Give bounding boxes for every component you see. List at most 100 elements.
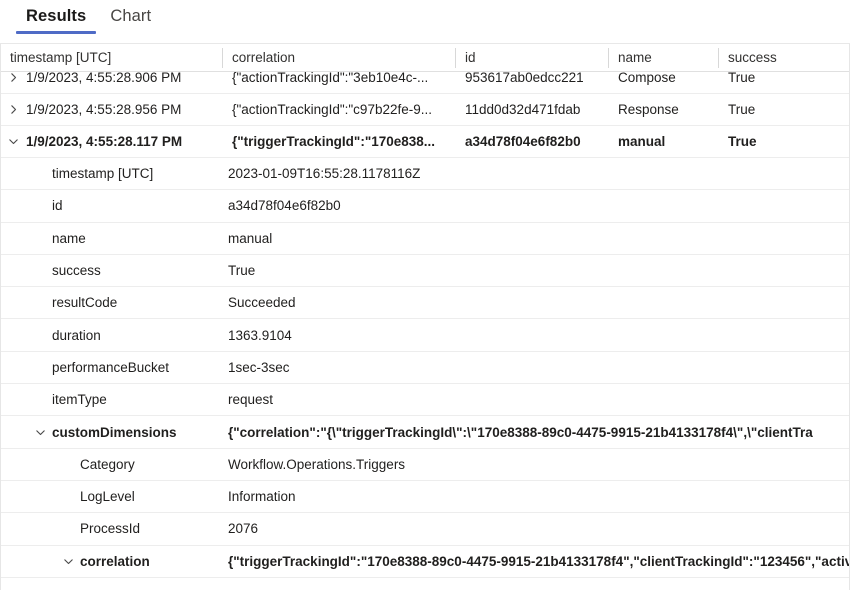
detail-key: Category [0, 457, 228, 472]
detail-row[interactable]: correlation {"triggerTrackingId":"170e838… [0, 546, 850, 578]
cell-text: Compose [618, 72, 676, 85]
detail-value-text: Succeeded [228, 295, 296, 310]
results-tabstrip: Results Chart [0, 0, 850, 44]
value-segment: ,"activit [811, 554, 850, 569]
detail-key-label: customDimensions [52, 425, 177, 440]
detail-row: itemTyperequest [0, 384, 850, 416]
cell-name: Compose [608, 72, 718, 93]
detail-value: request [228, 392, 850, 407]
cell-text: True [728, 102, 755, 117]
cell-name: manual [608, 126, 718, 157]
column-header-label: timestamp [UTC] [10, 50, 111, 65]
detail-row: ProcessId 2076 [0, 513, 850, 545]
table-row[interactable]: 1/9/2023, 4:55:28.906 PM {"actionTracking… [0, 72, 850, 94]
detail-key-label: LogLevel [80, 489, 135, 504]
detail-value: True [228, 263, 850, 278]
row-detail-panel: timestamp [UTC]2023-01-09T16:55:28.11781… [0, 158, 850, 578]
results-grid: timestamp [UTC]correlationidnamesuccess … [0, 44, 850, 590]
detail-key: resultCode [0, 295, 228, 310]
detail-key: id [0, 198, 228, 213]
cell-timestamp: 1/9/2023, 4:55:28.906 PM [0, 72, 222, 93]
detail-key-label: id [52, 198, 63, 213]
detail-key-label: success [52, 263, 101, 278]
detail-key: performanceBucket [0, 360, 228, 375]
detail-row: timestamp [UTC]2023-01-09T16:55:28.11781… [0, 158, 850, 190]
column-header-success[interactable]: success [718, 44, 850, 72]
detail-key-label: name [52, 231, 86, 246]
cell-success: True [718, 72, 850, 93]
column-header-timestamp-utc[interactable]: timestamp [UTC] [0, 44, 222, 72]
cell-text: True [728, 72, 755, 85]
chevron-down-icon[interactable] [56, 556, 80, 567]
grid-header-row: timestamp [UTC] correlationidname success [0, 44, 850, 72]
detail-row: id a34d78f04e6f82b0 [0, 190, 850, 222]
detail-value: 2076 [228, 521, 850, 536]
table-row[interactable]: 1/9/2023, 4:55:28.956 PM {"actionTracking… [0, 94, 850, 126]
detail-row: resultCode Succeeded [0, 287, 850, 319]
detail-key-label: resultCode [52, 295, 117, 310]
cell-text: 11dd0d32d471fdab [465, 102, 580, 117]
detail-key: correlation [0, 554, 228, 569]
cell-text: 953617ab0edcc221 [465, 72, 584, 85]
tab-chart-label: Chart [110, 7, 151, 25]
detail-value-text: Information [228, 489, 296, 504]
cell-text: {"actionTrackingId":"c97b22fe-9... [232, 102, 432, 117]
detail-key-label: duration [52, 328, 101, 343]
detail-key: LogLevel [0, 489, 228, 504]
cell-success: True [718, 126, 850, 157]
grid-rows-viewport: 1/9/2023, 4:55:28.906 PM {"actionTracking… [0, 72, 850, 590]
value-segment: {"triggerTrackingId":"170e8388-89c0-4475… [228, 554, 640, 569]
detail-key-label: ProcessId [80, 521, 140, 536]
detail-row: performanceBucket1sec-3sec [0, 352, 850, 384]
grid-left-border [0, 44, 1, 590]
cell-timestamp: 1/9/2023, 4:55:28.117 PM [0, 126, 222, 157]
detail-value: Information [228, 489, 850, 504]
detail-key: success [0, 263, 228, 278]
column-header-name[interactable]: name [608, 44, 718, 72]
column-header-label: name [618, 50, 652, 65]
cell-correlation: {"triggerTrackingId":"170e838... [222, 126, 455, 157]
detail-value: manual [228, 231, 850, 246]
detail-value-text: request [228, 392, 273, 407]
detail-value-text: True [228, 263, 255, 278]
cell-id: 953617ab0edcc221 [455, 72, 608, 93]
cell-text: Response [618, 102, 679, 117]
tab-chart[interactable]: Chart [98, 0, 163, 34]
cell-name: Response [608, 94, 718, 125]
chevron-down-icon[interactable] [0, 136, 26, 147]
cell-success: True [718, 94, 850, 125]
detail-value: a34d78f04e6f82b0 [228, 198, 850, 213]
detail-row[interactable]: customDimensions {"correlation":"{\"trigg… [0, 416, 850, 448]
table-row[interactable]: 1/9/2023, 4:55:28.117 PM {"triggerTrackin… [0, 126, 850, 158]
chevron-right-icon[interactable] [0, 104, 26, 115]
detail-row: CategoryWorkflow.Operations.Triggers [0, 449, 850, 481]
detail-key-label: performanceBucket [52, 360, 169, 375]
detail-row: LogLevel Information [0, 481, 850, 513]
detail-value-text: 2023-01-09T16:55:28.1178116Z [228, 166, 420, 181]
tab-results[interactable]: Results [14, 0, 98, 34]
cell-text: {"triggerTrackingId":"170e838... [232, 134, 435, 149]
cell-id: a34d78f04e6f82b0 [455, 126, 608, 157]
detail-row: success True [0, 255, 850, 287]
detail-value: Workflow.Operations.Triggers [228, 457, 850, 472]
column-header-correlation[interactable]: correlation [222, 44, 455, 72]
chevron-right-icon[interactable] [0, 72, 26, 83]
cell-text: manual [618, 134, 665, 149]
detail-value: {"triggerTrackingId":"170e8388-89c0-4475… [228, 554, 850, 569]
cell-correlation: {"actionTrackingId":"c97b22fe-9... [222, 94, 455, 125]
detail-value-text: 1363.9104 [228, 328, 292, 343]
detail-value-text: manual [228, 231, 272, 246]
column-header-id[interactable]: id [455, 44, 608, 72]
detail-value-text: {"correlation":"{\"triggerTrackingId\":\… [228, 425, 813, 440]
detail-key-label: correlation [80, 554, 150, 569]
detail-row: name manual [0, 223, 850, 255]
highlighted-value-segment: clientTrackingId":"123456" [640, 554, 812, 569]
cell-text: 1/9/2023, 4:55:28.956 PM [26, 102, 181, 117]
cell-timestamp: 1/9/2023, 4:55:28.956 PM [0, 94, 222, 125]
cell-text: {"actionTrackingId":"3eb10e4c-... [232, 72, 428, 85]
detail-key: name [0, 231, 228, 246]
cell-text: 1/9/2023, 4:55:28.117 PM [26, 134, 182, 149]
detail-key: itemType [0, 392, 228, 407]
chevron-down-icon[interactable] [28, 427, 52, 438]
detail-value-text: a34d78f04e6f82b0 [228, 198, 341, 213]
